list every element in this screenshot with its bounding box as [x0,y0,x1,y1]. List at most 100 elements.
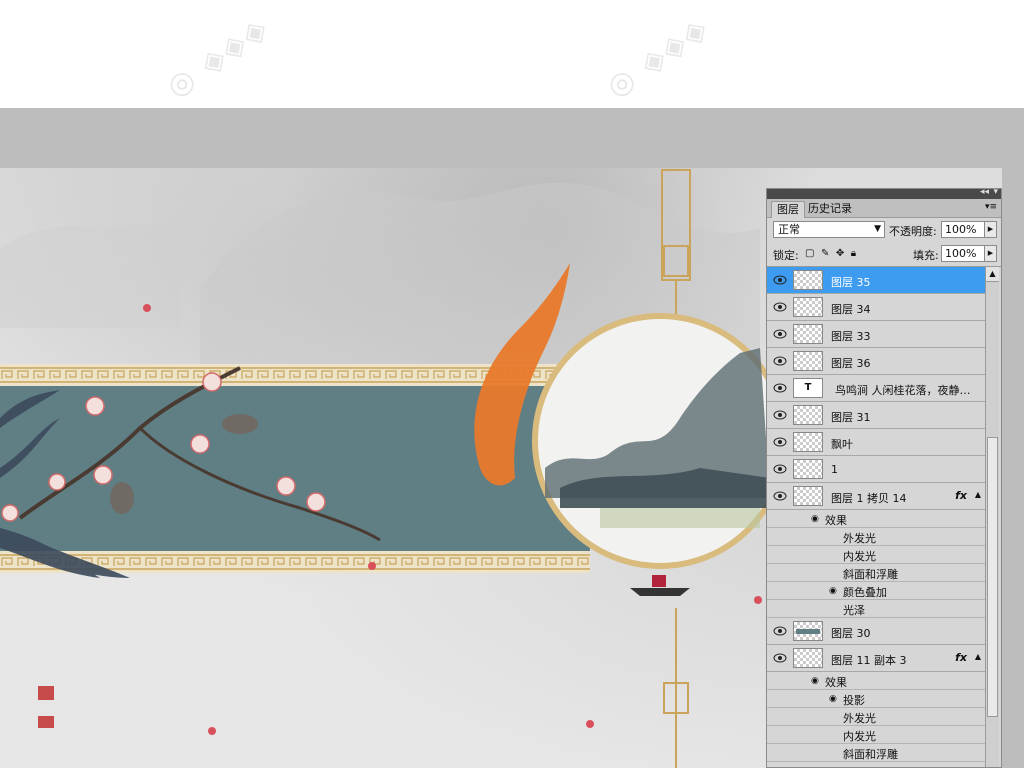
layer-row[interactable]: 图层 31 [767,402,987,429]
layer-thumbnail [793,297,823,317]
seal-stamp [38,686,54,700]
effect-item[interactable]: ◉ 颜色叠加 [767,582,987,600]
eye-icon[interactable]: ◉ [829,586,837,596]
layer-row[interactable]: 图层 34 [767,294,987,321]
effect-name: 斜面和浮雕 [843,568,898,581]
layer-row[interactable]: 图层 30 [767,618,987,645]
effect-item[interactable]: 斜面和浮雕 [767,564,987,582]
effects-group[interactable]: ◉ 效果 [767,672,987,690]
blend-row: 正常 ▼ 不透明度: 100% ▶ [767,218,1001,242]
layer-name: 图层 1 拷贝 14 [831,492,907,505]
effect-item[interactable]: 光泽 [767,600,987,618]
eye-icon[interactable] [773,302,787,312]
effect-name: 斜面和浮雕 [843,748,898,761]
scroll-up-icon[interactable]: ▲ [986,267,999,282]
lock-label: 锁定: [773,249,799,262]
layer-row[interactable]: T 鸟鸣涧 人闲桂花落，夜静… [767,375,987,402]
layer-name: 1 [831,463,838,476]
layer-thumbnail [793,459,823,479]
fx-icon[interactable]: fx [955,651,967,664]
effect-item[interactable]: 外发光 [767,528,987,546]
opacity-label: 不透明度: [889,225,937,238]
eye-icon[interactable] [773,491,787,501]
effect-item[interactable]: ◉ 投影 [767,690,987,708]
effect-name: 外发光 [843,532,876,545]
effect-name: 光泽 [843,604,865,617]
layers-panel: ◂◂ ▾ 图层 历史记录 ▾≡ 正常 ▼ 不透明度: 100% ▶ 锁定: ▢ … [766,187,1002,768]
layer-row[interactable]: 图层 33 [767,321,987,348]
lock-all-icon[interactable]: 🔒︎ [851,248,856,259]
eye-icon[interactable]: ◉ [811,514,819,524]
expand-effects-icon[interactable]: ▲ [975,490,981,499]
eye-icon[interactable] [773,437,787,447]
effects-label: 效果 [825,676,847,689]
expand-effects-icon[interactable]: ▲ [975,652,981,661]
tab-history[interactable]: 历史记录 [803,201,857,217]
panel-titlebar: ◂◂ ▾ [767,187,1001,199]
layer-thumbnail [793,432,823,452]
effects-label: 效果 [825,514,847,527]
fill-slider-button[interactable]: ▶ [984,245,997,262]
eye-icon[interactable] [773,329,787,339]
close-panel-icon[interactable]: ▾ [993,187,998,197]
eye-icon[interactable] [773,275,787,285]
layer-row[interactable]: 1 [767,456,987,483]
layer-name: 鸟鸣涧 人闲桂花落，夜静… [835,384,971,397]
effect-name: 投影 [843,694,865,707]
eye-icon[interactable] [773,626,787,636]
layer-name: 图层 30 [831,627,871,640]
eye-icon[interactable] [773,410,787,420]
blend-mode-value: 正常 [778,223,800,236]
lock-image-icon[interactable]: ✎ [821,248,829,259]
layer-thumbnail [793,648,823,668]
fill-input[interactable]: 100% [941,245,985,262]
effect-item[interactable]: 外发光 [767,708,987,726]
blend-mode-select[interactable]: 正常 ▼ [773,221,885,238]
collapse-icon[interactable]: ◂◂ [980,187,989,197]
eye-icon[interactable]: ◉ [829,694,837,704]
effects-group[interactable]: ◉ 效果 [767,510,987,528]
eye-icon[interactable] [773,356,787,366]
eye-icon[interactable]: ◉ [811,676,819,686]
layer-row[interactable]: 图层 11 副本 3 fx ▲ [767,645,987,672]
layer-name: 图层 33 [831,330,871,343]
eye-icon[interactable] [773,653,787,663]
document-top-area [0,0,1024,108]
lock-icons: ▢ ✎ ✥ 🔒︎ [805,246,859,259]
layer-name: 图层 35 [831,276,871,289]
layers-scrollbar[interactable]: ▲ [985,267,999,767]
layer-name: 图层 11 副本 3 [831,654,907,667]
layer-thumbnail [793,405,823,425]
layer-name: 飘叶 [831,438,853,451]
text-layer-thumbnail: T [793,378,823,398]
eye-icon[interactable] [773,464,787,474]
opacity-slider-button[interactable]: ▶ [984,221,997,238]
lock-position-icon[interactable]: ✥ [836,248,844,259]
effect-name: 外发光 [843,712,876,725]
layer-name: 图层 36 [831,357,871,370]
layer-thumbnail [793,351,823,371]
effect-item[interactable]: 内发光 [767,726,987,744]
layer-row[interactable]: 图层 35 [767,267,987,294]
dropdown-arrow-icon: ▼ [874,224,881,234]
opacity-input[interactable]: 100% [941,221,985,238]
layer-thumbnail [793,324,823,344]
effect-item[interactable]: 斜面和浮雕 [767,744,987,762]
bird [110,482,134,514]
scrollbar-thumb[interactable] [987,437,998,717]
layer-row[interactable]: 图层 1 拷贝 14 fx ▲ [767,483,987,510]
layer-name: 图层 34 [831,303,871,316]
fill-label: 填充: [913,249,939,262]
panel-menu-icon[interactable]: ▾≡ [985,202,997,212]
layers-list: 图层 35 图层 34 图层 33 图层 36 T 鸟鸣涧 人闲桂花落，夜静… … [767,267,987,767]
layer-thumbnail [793,270,823,290]
panel-tabs: 图层 历史记录 ▾≡ [767,199,1001,218]
layer-row[interactable]: 图层 36 [767,348,987,375]
lock-transparent-icon[interactable]: ▢ [805,248,814,259]
layer-thumbnail [793,486,823,506]
layer-row[interactable]: 飘叶 [767,429,987,456]
tab-layers[interactable]: 图层 [771,201,805,218]
fx-icon[interactable]: fx [955,489,967,502]
eye-icon[interactable] [773,383,787,393]
effect-item[interactable]: 内发光 [767,546,987,564]
